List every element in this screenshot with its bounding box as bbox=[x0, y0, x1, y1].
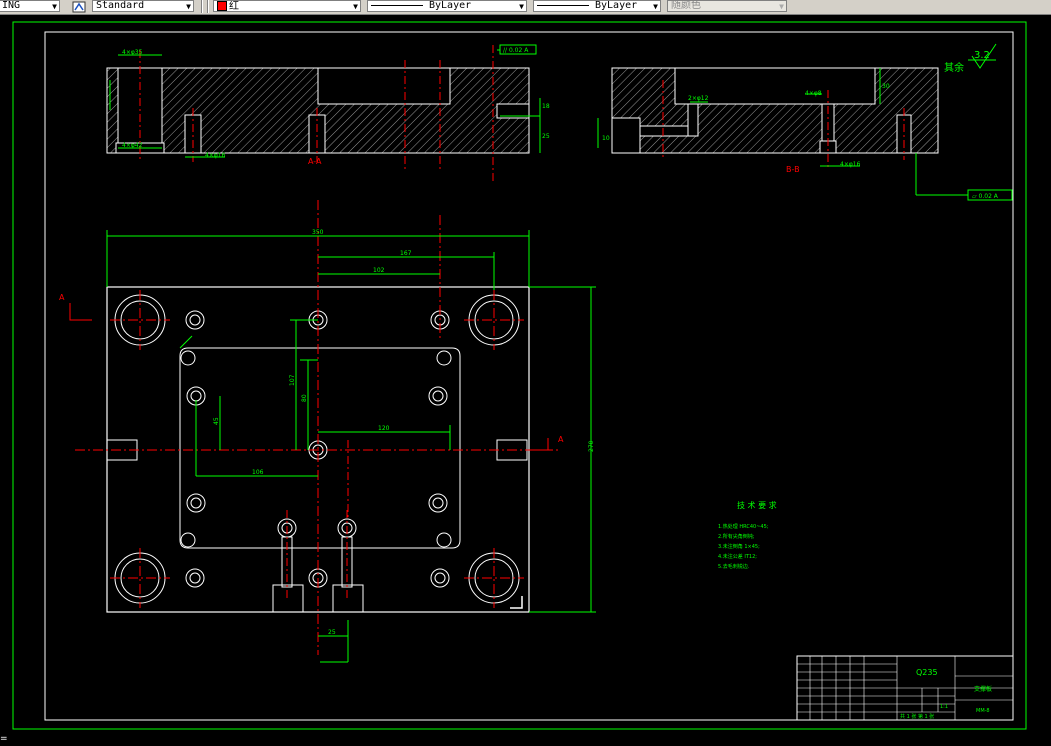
title-scale: 1:1 bbox=[940, 704, 948, 710]
dim-45-label: 45 bbox=[213, 417, 220, 425]
dim-107-label: 107 bbox=[289, 374, 296, 386]
chevron-down-icon[interactable]: ▼ bbox=[186, 2, 191, 11]
chevron-down-icon[interactable]: ▼ bbox=[353, 2, 358, 11]
toolbar-separator bbox=[207, 0, 209, 13]
properties-toolbar: ING ▼ Standard ▼ 红 ▼ ByLayer ▼ ByLayer ▼… bbox=[0, 0, 1051, 15]
status-bar-stub: = bbox=[0, 734, 8, 744]
dim-bb-30-label: 30 bbox=[882, 83, 890, 90]
dim-aa-18-label: 18 bbox=[542, 103, 550, 110]
linetype-value: ByLayer bbox=[429, 0, 472, 11]
tech-item: 4.未注公差 IT12; bbox=[718, 553, 757, 560]
view-marker-a-right: A bbox=[558, 435, 564, 444]
title-material: Q235 bbox=[916, 668, 938, 677]
dim-aa-25-label: 25 bbox=[542, 133, 550, 140]
dim-aa-hole2-label: 4×φ42 bbox=[122, 142, 143, 149]
dim-bb-side-label: 2×φ12 bbox=[688, 95, 709, 102]
color-swatch bbox=[217, 1, 227, 11]
linetype-preview bbox=[371, 4, 423, 6]
dim-102-label: 102 bbox=[373, 267, 385, 274]
tech-item: 1.热处理 HRC40~45; bbox=[718, 523, 769, 530]
chevron-down-icon[interactable]: ▼ bbox=[519, 2, 524, 11]
dimstyle-combo[interactable]: ING ▼ bbox=[0, 0, 60, 12]
tech-item: 2.所有尖角倒钝; bbox=[718, 533, 755, 540]
toolbar-separator bbox=[201, 0, 203, 13]
dim-120-label: 120 bbox=[378, 425, 390, 432]
section-aa-view[interactable] bbox=[106, 44, 541, 182]
dim-bb-hole-label: 4×φ8 bbox=[805, 90, 822, 97]
dim-106-label: 106 bbox=[252, 469, 264, 476]
dimstyle-value: ING bbox=[2, 0, 21, 11]
text-style-icon[interactable] bbox=[72, 0, 88, 13]
color-value: 红 bbox=[229, 1, 239, 12]
drawing-canvas[interactable]: 4×φ35 4×φ42 4×φ16 25 18 // 0.02 A A-A 4×… bbox=[0, 15, 1051, 742]
lineweight-preview bbox=[537, 4, 589, 6]
dim-aa-hole-label: 4×φ35 bbox=[122, 49, 143, 56]
title-drawing-no: MM-8 bbox=[976, 708, 990, 714]
title-sheet: 共 1 张 第 1 张 bbox=[900, 713, 934, 720]
color-combo[interactable]: 红 ▼ bbox=[213, 0, 361, 12]
chevron-down-icon[interactable]: ▼ bbox=[653, 2, 658, 11]
dim-height-label: 270 bbox=[588, 440, 595, 452]
dim-half-label: 167 bbox=[400, 250, 412, 257]
lineweight-value: ByLayer bbox=[595, 0, 638, 11]
roughness-other-label: 其余 bbox=[944, 61, 964, 74]
plotstyle-value: 随颜色 bbox=[671, 0, 701, 11]
tech-item: 5.去毛刺锐边. bbox=[718, 563, 750, 570]
dim-25-label: 25 bbox=[328, 629, 336, 636]
gdt-top-label: // 0.02 A bbox=[503, 47, 529, 54]
title-part-name: 支撑板 bbox=[974, 685, 992, 693]
gdt-bottom-label: ⏥ 0.02 A bbox=[972, 193, 999, 200]
section-aa-label: A-A bbox=[308, 157, 322, 166]
dim-width-label: 350 bbox=[312, 229, 324, 236]
linetype-combo[interactable]: ByLayer ▼ bbox=[367, 0, 527, 12]
dim-bb-10-label: 10 bbox=[602, 135, 610, 142]
tech-item: 3.未注倒角 1×45; bbox=[718, 543, 760, 550]
tech-title: 技 术 要 求 bbox=[737, 500, 777, 510]
text-style-value: Standard bbox=[96, 0, 145, 11]
chevron-down-icon[interactable]: ▼ bbox=[52, 2, 57, 11]
roughness-value-label: 3.2 bbox=[974, 50, 990, 61]
dim-80-label: 80 bbox=[301, 394, 308, 402]
text-style-combo[interactable]: Standard ▼ bbox=[92, 0, 194, 12]
technical-requirements: 技 术 要 求 1.热处理 HRC40~45; 2.所有尖角倒钝; 3.未注倒角… bbox=[718, 500, 777, 570]
plan-view[interactable] bbox=[69, 200, 596, 663]
plotstyle-combo: 随颜色 ▼ bbox=[667, 0, 787, 12]
section-bb-label: B-B bbox=[786, 165, 800, 174]
dim-aa-pin-label: 4×φ16 bbox=[205, 152, 226, 159]
lineweight-combo[interactable]: ByLayer ▼ bbox=[533, 0, 661, 12]
dim-bb-hole2-label: 4×φ16 bbox=[840, 161, 861, 168]
view-marker-a-left: A bbox=[59, 293, 65, 302]
chevron-down-icon: ▼ bbox=[779, 2, 784, 11]
